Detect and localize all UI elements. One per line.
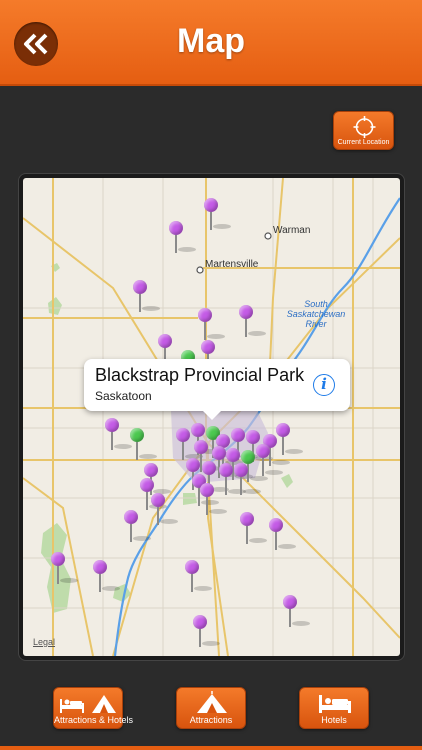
callout-title: Blackstrap Provincial Park bbox=[95, 365, 305, 385]
attraction-pin[interactable] bbox=[239, 305, 266, 339]
attraction-pin[interactable] bbox=[133, 280, 160, 314]
attraction-pin[interactable] bbox=[219, 463, 246, 497]
attraction-pin[interactable] bbox=[269, 518, 296, 552]
tent-icon bbox=[197, 691, 227, 713]
map-callout[interactable]: Blackstrap Provincial Park Saskatoon i bbox=[84, 359, 350, 420]
attraction-pin[interactable] bbox=[200, 483, 227, 517]
bed-tent-icon bbox=[60, 695, 116, 713]
attraction-pin[interactable] bbox=[151, 493, 178, 527]
tab-label: Attractions & Hotels bbox=[54, 715, 134, 725]
attraction-pin[interactable] bbox=[51, 552, 78, 586]
crosshair-icon bbox=[353, 116, 376, 138]
legal-link[interactable]: Legal bbox=[33, 637, 55, 647]
attraction-pin[interactable] bbox=[185, 560, 212, 594]
callout-subtitle: Saskatoon bbox=[95, 389, 152, 403]
page-title: Map bbox=[177, 22, 245, 60]
app-header: Map bbox=[0, 0, 422, 86]
attraction-pin[interactable] bbox=[234, 463, 261, 497]
attraction-pin[interactable] bbox=[193, 615, 220, 649]
attraction-pin[interactable] bbox=[240, 512, 267, 546]
bottom-accent-bar bbox=[0, 746, 422, 750]
attraction-pin[interactable] bbox=[283, 595, 310, 629]
tab-attractions-hotels[interactable]: Attractions & Hotels bbox=[53, 687, 134, 729]
attraction-pin[interactable] bbox=[93, 560, 120, 594]
bed-icon bbox=[319, 695, 351, 713]
tab-hotels[interactable]: Hotels bbox=[299, 687, 369, 729]
attraction-pin[interactable] bbox=[256, 444, 283, 478]
attraction-pin[interactable] bbox=[169, 221, 196, 255]
hotel-pin[interactable] bbox=[130, 428, 157, 462]
attraction-pin[interactable] bbox=[276, 423, 303, 457]
tab-attractions[interactable]: Attractions bbox=[176, 687, 246, 729]
current-location-button[interactable]: Current Location bbox=[333, 111, 394, 150]
attraction-pin[interactable] bbox=[176, 428, 203, 462]
attraction-pin[interactable] bbox=[124, 510, 151, 544]
info-icon[interactable]: i bbox=[313, 374, 335, 396]
tab-label: Hotels bbox=[321, 715, 347, 725]
attraction-pin[interactable] bbox=[204, 198, 231, 232]
attraction-pin[interactable] bbox=[105, 418, 132, 452]
tab-label: Attractions bbox=[189, 715, 233, 725]
current-location-label: Current Location bbox=[337, 139, 390, 146]
attraction-pin[interactable] bbox=[198, 308, 225, 342]
